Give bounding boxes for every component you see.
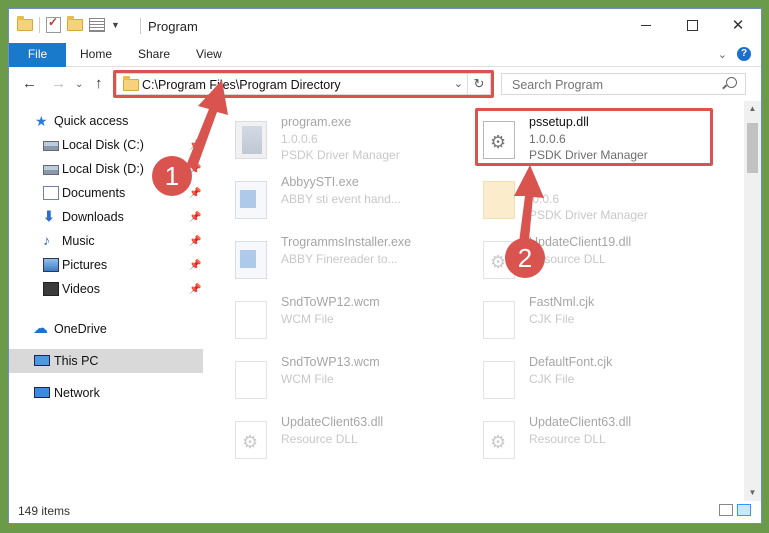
arrow-1-shape	[186, 80, 228, 170]
annotation-arrows	[186, 80, 544, 251]
annotation-badge-2: 2	[505, 238, 545, 278]
annotation-badge-1: 1	[152, 156, 192, 196]
